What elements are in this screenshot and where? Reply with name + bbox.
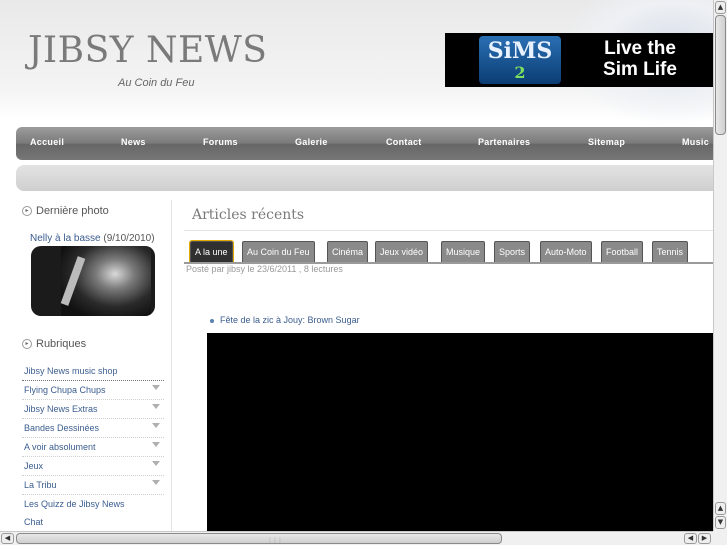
nav-galerie[interactable]: Galerie — [295, 137, 328, 147]
menu-item-label: Jibsy News Extras — [24, 404, 98, 414]
sims-logo-text: SiMS — [487, 38, 553, 64]
video-player[interactable] — [207, 333, 713, 531]
toggle-arrow-icon[interactable]: ▸ — [22, 206, 32, 217]
photo-caption-title[interactable]: Nelly à la basse — [30, 233, 101, 244]
page: JIBSY NEWS Au Coin du Feu SiMS 2 Live th… — [0, 0, 713, 531]
menu-item-la-tribu[interactable]: La Tribu — [22, 476, 164, 495]
tab-football[interactable]: Football — [601, 241, 644, 263]
toggle-arrow-icon[interactable]: ▸ — [22, 339, 32, 350]
menu-item-label: Jibsy News music shop — [24, 366, 118, 376]
menu-item-label: Chat — [24, 517, 44, 527]
banner-slogan: Live the Sim Life — [585, 38, 695, 80]
sims-logo: SiMS 2 — [479, 36, 561, 84]
scroll-left-icon[interactable]: ◀ — [1, 533, 14, 544]
tab-musique[interactable]: Musique — [441, 241, 486, 263]
category-tabs: A la une Au Coin du Feu Cinéma Jeux vidé… — [189, 240, 713, 264]
nav-accueil[interactable]: Accueil — [30, 137, 64, 147]
nav-contact[interactable]: Contact — [386, 137, 422, 147]
bullet-icon — [210, 318, 214, 323]
latest-photo-title: ▸ Dernière photo — [22, 205, 109, 217]
horizontal-scrollbar[interactable]: ◀ ⋮⋮⋮ ◀ ▶ — [0, 531, 713, 545]
tab-auto-moto[interactable]: Auto-Moto — [540, 241, 592, 263]
chevron-down-icon[interactable] — [152, 461, 160, 466]
nav-forums[interactable]: Forums — [203, 137, 238, 147]
scroll-up-icon[interactable]: ▲ — [715, 1, 726, 14]
menu-item-label: Bandes Dessinées — [24, 423, 100, 433]
menu-item-chat[interactable]: Chat — [22, 513, 164, 531]
rubriques-title: ▸ Rubriques — [22, 338, 86, 350]
nav-news[interactable]: News — [121, 137, 146, 147]
section-divider — [184, 230, 713, 231]
menu-item-label: La Tribu — [24, 480, 57, 490]
tab-au-coin-du-feu[interactable]: Au Coin du Feu — [242, 241, 315, 263]
tab-jeux-video[interactable]: Jeux vidéo — [375, 241, 429, 263]
menu-item-jibsy-news-extras[interactable]: Jibsy News Extras — [22, 400, 164, 419]
section-title: Articles récents — [192, 207, 305, 223]
chevron-down-icon[interactable] — [152, 404, 160, 409]
vertical-scroll-thumb[interactable] — [715, 15, 726, 135]
chevron-down-icon[interactable] — [152, 480, 160, 485]
banner-slogan-line2: Sim Life — [603, 59, 677, 80]
rubriques-title-text: Rubriques — [36, 338, 87, 350]
menu-item-a-voir-absolument[interactable]: A voir absolument — [22, 438, 164, 457]
scroll-right-icon[interactable]: ▶ — [698, 533, 711, 544]
scroll-down-icon[interactable]: ▼ — [715, 516, 726, 529]
tab-cinema[interactable]: Cinéma — [327, 241, 369, 263]
grip-icon: ⋮⋮⋮ — [267, 537, 283, 544]
main-nav: Accueil News Forums Galerie Contact Part… — [16, 127, 713, 160]
menu-item-label: A voir absolument — [24, 442, 96, 452]
scroll-down-icon[interactable]: ▲ — [715, 502, 726, 515]
latest-photo-thumbnail[interactable] — [31, 246, 155, 316]
horizontal-scroll-thumb[interactable]: ⋮⋮⋮ — [16, 533, 502, 544]
nav-music[interactable]: Music — [682, 137, 709, 147]
scrollbar-corner — [713, 531, 727, 545]
latest-photo-title-text: Dernière photo — [36, 205, 109, 217]
tab-sports[interactable]: Sports — [494, 241, 531, 263]
site-subtitle: Au Coin du Feu — [118, 77, 195, 89]
article-link-text[interactable]: Fête de la zic à Jouy: Brown Sugar — [220, 315, 360, 325]
menu-item-bandes-dessinees[interactable]: Bandes Dessinées — [22, 419, 164, 438]
chevron-down-icon[interactable] — [152, 442, 160, 447]
menu-item-quizz[interactable]: Les Quizz de Jibsy News — [22, 495, 164, 513]
nav-partenaires[interactable]: Partenaires — [478, 137, 530, 147]
sub-nav-bar — [16, 165, 713, 191]
tab-tennis[interactable]: Tennis — [652, 241, 689, 263]
nav-sitemap[interactable]: Sitemap — [588, 137, 625, 147]
sims-logo-number: 2 — [514, 63, 526, 82]
chevron-down-icon[interactable] — [152, 385, 160, 390]
menu-item-label: Les Quizz de Jibsy News — [24, 499, 125, 509]
scroll-left-icon[interactable]: ◀ — [684, 533, 697, 544]
menu-item-label: Flying Chupa Chups — [24, 385, 106, 395]
photo-caption-date: (9/10/2010) — [103, 233, 155, 244]
post-meta: Posté par jibsy le 23/6/2011 , 8 lecture… — [186, 264, 343, 274]
rubriques-menu: Jibsy News music shop Flying Chupa Chups… — [22, 362, 164, 531]
photo-caption[interactable]: Nelly à la basse (9/10/2010) — [30, 233, 155, 244]
menu-item-music-shop[interactable]: Jibsy News music shop — [22, 362, 164, 381]
site-title[interactable]: JIBSY NEWS — [28, 30, 267, 71]
banner-slogan-line1: Live the — [604, 38, 676, 59]
sims-ad-banner[interactable]: SiMS 2 Live the Sim Life — [445, 33, 713, 87]
menu-item-label: Jeux — [24, 461, 44, 471]
tab-a-la-une[interactable]: A la une — [189, 240, 234, 264]
vertical-scrollbar[interactable]: ▲ ▲ ▼ — [713, 0, 727, 531]
chevron-down-icon[interactable] — [152, 423, 160, 428]
menu-item-flying-chupa-chups[interactable]: Flying Chupa Chups — [22, 381, 164, 400]
article-list-item[interactable]: Fête de la zic à Jouy: Brown Sugar — [210, 315, 360, 325]
menu-item-jeux[interactable]: Jeux — [22, 457, 164, 476]
sidebar-divider — [171, 200, 172, 531]
